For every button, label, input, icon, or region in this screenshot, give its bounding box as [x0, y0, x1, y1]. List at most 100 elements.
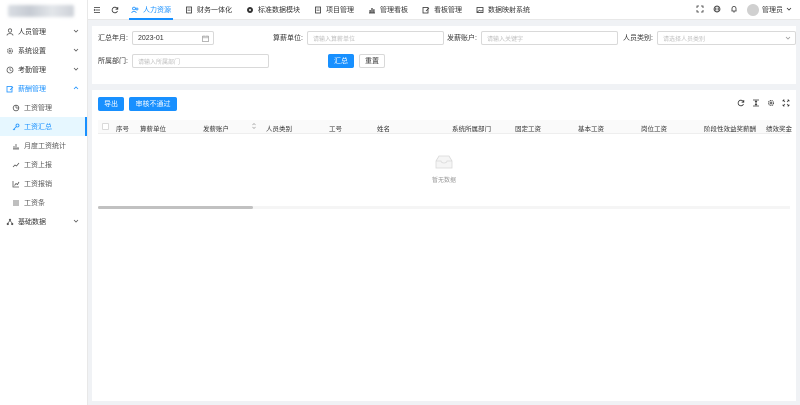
key-icon [12, 123, 20, 131]
sidebar-item-label: 人员管理 [18, 28, 46, 36]
tab-label: 人力资源 [143, 6, 171, 14]
sidebar-item-basic-data[interactable]: 基础数据 [0, 212, 87, 231]
refresh-icon[interactable] [106, 0, 124, 20]
column-header: 基本工资 [578, 126, 604, 133]
user-menu[interactable]: 管理员 [747, 4, 792, 16]
column-header: 工号 [329, 126, 342, 133]
reset-button[interactable]: 重置 [359, 54, 385, 68]
type-placeholder: 请选择人员类别 [662, 36, 705, 43]
column-header: 固定工资 [515, 126, 541, 133]
menu-fold-icon[interactable] [88, 0, 106, 20]
chevron-down-icon [73, 66, 79, 74]
column-header: 姓名 [377, 126, 390, 133]
refresh-icon[interactable] [737, 99, 745, 109]
tab-label: 财务一体化 [197, 6, 232, 14]
type-label: 人员类别: [623, 35, 653, 42]
clock-icon [6, 66, 14, 74]
sidebar-subitem-label: 工资管理 [24, 104, 52, 112]
select-all-checkbox[interactable] [102, 123, 109, 130]
account-input[interactable]: 请输入关键字 [480, 31, 618, 45]
top-right-tools: 管理员 [696, 0, 792, 20]
chevron-down-icon [73, 218, 79, 226]
unit-placeholder: 请输入算薪单位 [312, 36, 355, 43]
dept-placeholder: 请输入所属部门 [137, 59, 180, 66]
team-icon [131, 6, 139, 14]
tab-label: 标准数据模块 [258, 6, 300, 14]
compass-icon [246, 6, 254, 14]
column-height-icon[interactable] [752, 99, 760, 109]
sidebar-item-settings[interactable]: 系统设置 [0, 41, 87, 60]
search-form: 汇总年月: 2023-01 算薪单位: 请输入算薪单位 发薪账户: 请输入关键字… [92, 26, 796, 84]
tab-hr[interactable]: 人力资源 [124, 0, 178, 20]
chevron-up-icon [73, 85, 79, 93]
sidebar-item-attendance[interactable]: 考勤管理 [0, 60, 87, 79]
column-header: 人员类别 [266, 126, 292, 133]
month-field: 汇总年月: 2023-01 [98, 31, 214, 45]
calendar-icon [202, 35, 209, 44]
inbox-icon [433, 154, 455, 172]
sidebar-item-label: 薪酬管理 [18, 85, 46, 93]
fullscreen-icon[interactable] [696, 5, 704, 15]
month-picker[interactable]: 2023-01 [131, 31, 214, 45]
tab-label: 项目管理 [326, 6, 354, 14]
sidebar-item-label: 基础数据 [18, 218, 46, 226]
tab-label: 管理看板 [380, 6, 408, 14]
sidebar-subitem-salary-reimburse[interactable]: 工资报销 [0, 174, 87, 193]
month-label: 汇总年月: [98, 35, 128, 42]
globe-icon[interactable] [713, 5, 721, 15]
edit-icon [6, 85, 14, 93]
empty-state: 暂无数据 [92, 154, 796, 184]
column-resize-icon[interactable] [252, 122, 256, 132]
sidebar-subitem-salary-report[interactable]: 工资上报 [0, 155, 87, 174]
dept-input[interactable]: 请输入所属部门 [131, 54, 269, 68]
upload-icon [12, 161, 20, 169]
sidebar-subitem-monthly-stats[interactable]: 月度工资统计 [0, 136, 87, 155]
sidebar-item-salary[interactable]: 薪酬管理 [0, 79, 87, 98]
sidebar-item-personnel[interactable]: 人员管理 [0, 22, 87, 41]
unit-label: 算薪单位: [273, 35, 303, 42]
account-placeholder: 请输入关键字 [486, 36, 523, 43]
tab-finance[interactable]: 财务一体化 [178, 0, 239, 20]
tab-data-mapping[interactable]: 数据映射系统 [469, 0, 537, 20]
account-field: 发薪账户: 请输入关键字 [447, 31, 618, 45]
tab-board-manage[interactable]: 看板管理 [415, 0, 469, 20]
user-icon [6, 27, 14, 36]
sidebar-item-label: 考勤管理 [18, 66, 46, 74]
document-icon [185, 6, 193, 14]
tab-standard-data[interactable]: 标准数据模块 [239, 0, 307, 20]
sidebar-subitem-label: 工资报销 [24, 180, 52, 188]
submit-button[interactable]: 汇总 [328, 54, 354, 68]
scrollbar-thumb[interactable] [98, 206, 253, 209]
sidebar-subitem-label: 月度工资统计 [24, 142, 66, 150]
horizontal-scrollbar[interactable] [98, 206, 790, 209]
type-select[interactable]: 请选择人员类别 [656, 31, 796, 45]
unit-input[interactable]: 请输入算薪单位 [306, 31, 444, 45]
bar-chart-icon [368, 6, 376, 14]
tab-label: 数据映射系统 [488, 6, 530, 14]
logo [0, 0, 87, 22]
sidebar: 人员管理 系统设置 考勤管理 薪酬管理 工资管理 工资汇总 月度工资统计 工资上… [0, 0, 88, 405]
tab-label: 看板管理 [434, 6, 462, 14]
dept-field: 所属部门: 请输入所属部门 [98, 54, 269, 68]
chevron-down-icon [785, 35, 791, 43]
sidebar-subitem-label: 工资条 [24, 199, 45, 207]
fullscreen-icon[interactable] [782, 99, 790, 109]
unit-field: 算薪单位: 请输入算薪单位 [273, 31, 444, 45]
chart-icon [12, 180, 20, 188]
type-field: 人员类别: 请选择人员类别 [623, 31, 796, 45]
table-header: 序号 算薪单位 发薪账户 人员类别 工号 姓名 系统所属部门 固定工资 基本工资… [98, 120, 792, 134]
column-header: 系统所属部门 [452, 126, 491, 133]
tab-dashboard[interactable]: 管理看板 [361, 0, 415, 20]
tab-project[interactable]: 项目管理 [307, 0, 361, 20]
sidebar-subitem-salary-summary[interactable]: 工资汇总 [0, 117, 87, 136]
column-header: 算薪单位 [140, 126, 166, 133]
reject-button[interactable]: 审核不通过 [129, 97, 177, 111]
gear-icon[interactable] [767, 99, 775, 109]
table-toolbar [737, 99, 790, 109]
pie-icon [12, 104, 20, 112]
bell-icon[interactable] [730, 5, 738, 15]
chevron-down-icon [786, 6, 792, 14]
sidebar-subitem-payslip[interactable]: 工资条 [0, 193, 87, 212]
sidebar-subitem-salary-manage[interactable]: 工资管理 [0, 98, 87, 117]
export-button[interactable]: 导出 [98, 97, 124, 111]
